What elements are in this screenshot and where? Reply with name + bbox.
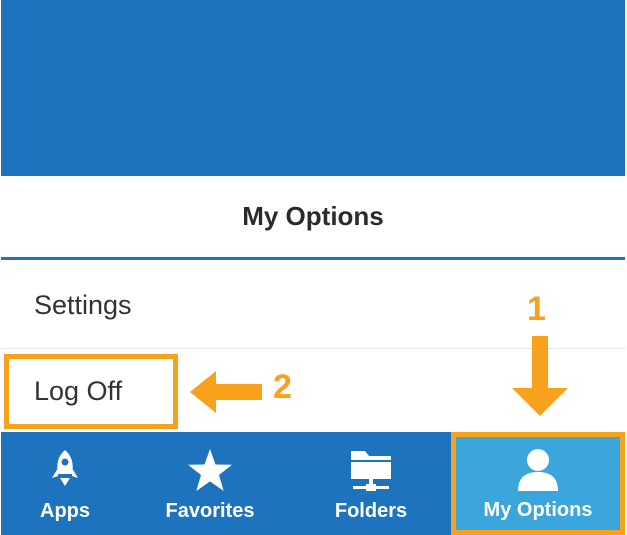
tab-label: My Options [483, 499, 593, 521]
tab-label: Folders [334, 500, 408, 522]
tab-my-options[interactable]: My Options [451, 432, 625, 535]
page-title-bar: My Options [1, 176, 625, 260]
tab-label: Apps [40, 500, 90, 522]
tab-apps[interactable]: Apps [1, 432, 129, 535]
page-title: My Options [242, 201, 384, 231]
step-2-label: 2 [273, 368, 292, 406]
tab-favorites[interactable]: Favorites [129, 432, 291, 535]
step-1-label: 1 [527, 290, 546, 328]
user-icon [516, 445, 560, 493]
tab-folders[interactable]: Folders [291, 432, 451, 535]
rocket-icon [50, 446, 80, 494]
bottom-tab-bar: Apps Favorites Folders My Options [1, 432, 625, 535]
folder-icon [347, 446, 395, 494]
arrow-down-icon [512, 336, 568, 416]
tab-label: Favorites [165, 500, 255, 522]
header-banner [1, 0, 625, 176]
menu-item-label: Settings [34, 290, 132, 320]
arrow-left-icon [190, 371, 262, 413]
menu-item-label: Log Off [34, 375, 123, 406]
star-icon [187, 446, 233, 494]
